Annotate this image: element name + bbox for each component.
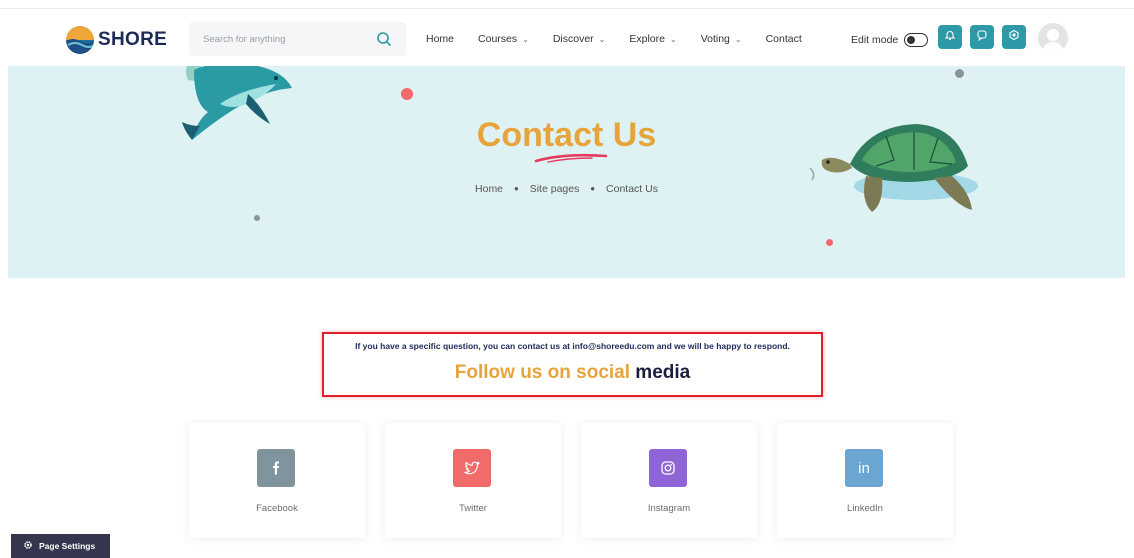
- social-card-instagram[interactable]: Instagram: [581, 423, 757, 538]
- bell-icon: [944, 28, 956, 46]
- social-label: Instagram: [647, 503, 691, 514]
- social-label: Facebook: [256, 503, 298, 514]
- main-nav: Home Courses ⌄ Discover ⌄ Explore ⌄ Voting ⌄…: [426, 33, 826, 45]
- follow-heading: Follow us on social media: [324, 362, 821, 384]
- nav-discover[interactable]: Discover ⌄: [553, 33, 606, 45]
- breadcrumb-current: Contact Us: [606, 183, 658, 195]
- social-card-twitter[interactable]: Twitter: [385, 423, 561, 538]
- breadcrumb-separator: ●: [513, 184, 519, 193]
- settings-icon: [1008, 28, 1020, 46]
- chevron-down-icon: ⌄: [734, 35, 742, 44]
- social-label: LinkedIn: [847, 503, 883, 514]
- chevron-down-icon: ⌄: [669, 35, 677, 44]
- breadcrumb-home[interactable]: Home: [475, 183, 503, 195]
- social-label: Twitter: [459, 503, 487, 514]
- user-avatar[interactable]: [1038, 23, 1068, 53]
- nav-voting[interactable]: Voting ⌄: [701, 33, 742, 45]
- nav-explore[interactable]: Explore ⌄: [629, 33, 676, 45]
- settings-button[interactable]: [1002, 25, 1026, 49]
- breadcrumb-site-pages[interactable]: Site pages: [530, 183, 580, 195]
- linkedin-icon: in: [845, 449, 883, 487]
- page-settings-button[interactable]: Page Settings: [11, 534, 110, 558]
- breadcrumb: Home ● Site pages ● Contact Us: [8, 183, 1125, 195]
- search-box: [189, 22, 406, 56]
- contact-info-box: If you have a specific question, you can…: [322, 332, 823, 397]
- edit-mode-label: Edit mode: [851, 34, 899, 46]
- logo-icon: [66, 26, 94, 54]
- chat-icon: [976, 28, 988, 46]
- page-settings-label: Page Settings: [39, 541, 96, 551]
- messages-button[interactable]: [970, 25, 994, 49]
- gear-icon: [11, 540, 39, 552]
- contact-text: If you have a specific question, you can…: [355, 341, 790, 351]
- hero-banner: Contact Us Home ● Site pages ● Contact U…: [8, 66, 1125, 278]
- decor-dot: [955, 69, 964, 78]
- brand-name: SHORE: [98, 29, 168, 50]
- nav-home[interactable]: Home: [426, 33, 454, 45]
- search-input[interactable]: [189, 22, 373, 56]
- twitter-icon: [453, 449, 491, 487]
- search-icon[interactable]: [376, 31, 392, 47]
- facebook-icon: [257, 449, 295, 487]
- social-card-facebook[interactable]: Facebook: [189, 423, 365, 538]
- breadcrumb-separator: ●: [590, 184, 596, 193]
- decor-dot: [401, 88, 413, 100]
- notifications-button[interactable]: [938, 25, 962, 49]
- page-title: Contact Us: [476, 116, 657, 154]
- decor-dot: [826, 239, 833, 246]
- decor-dot: [254, 215, 260, 221]
- nav-contact[interactable]: Contact: [766, 33, 802, 45]
- site-logo[interactable]: SHORE: [66, 25, 167, 55]
- edit-mode-toggle[interactable]: [904, 33, 929, 47]
- follow-heading-part-1: Follow us on social: [454, 362, 631, 383]
- follow-heading-part-2: media: [635, 362, 691, 383]
- social-card-linkedin[interactable]: in LinkedIn: [777, 423, 953, 538]
- title-underline: [534, 153, 608, 163]
- chevron-down-icon: ⌄: [522, 35, 529, 44]
- top-header: SHORE Home Courses⌄ Discover⌄ Explore⌄ V…: [0, 8, 1134, 67]
- nav-courses[interactable]: Courses ⌄: [478, 33, 529, 45]
- edit-mode: Edit mode: [851, 33, 929, 47]
- chevron-down-icon: ⌄: [598, 35, 606, 44]
- instagram-icon: [649, 449, 687, 487]
